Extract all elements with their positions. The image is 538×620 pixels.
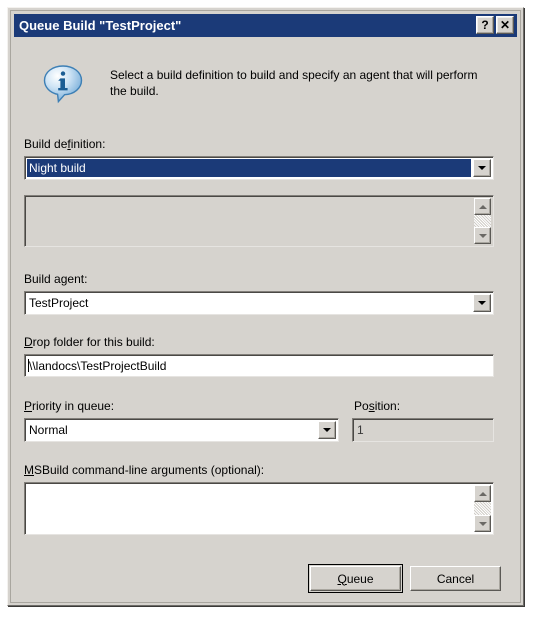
queue-button[interactable]: Queue	[308, 564, 403, 593]
position-value: 1	[357, 423, 364, 437]
chevron-down-icon[interactable]	[473, 294, 491, 312]
priority-combobox[interactable]: Normal	[24, 418, 339, 442]
build-definition-details-textarea[interactable]	[24, 195, 494, 247]
build-definition-label: Build definition:	[24, 137, 106, 151]
dialog-title: Queue Build "TestProject"	[19, 18, 182, 33]
priority-label: Priority in queue:	[24, 399, 115, 413]
msbuild-args-scrollbar[interactable]	[474, 485, 491, 532]
drop-folder-input[interactable]: \\landocs\TestProjectBuild	[24, 354, 494, 377]
chevron-down-icon[interactable]	[318, 421, 336, 439]
msbuild-args-scrollbar-track[interactable]	[474, 502, 491, 515]
queue-build-dialog: Queue Build "TestProject" ? ✕ Select a b…	[7, 7, 524, 606]
dialog-content: Select a build definition to build and s…	[14, 39, 517, 601]
drop-folder-value: \\landocs\TestProjectBuild	[28, 358, 167, 373]
build-agent-label: Build agent:	[24, 272, 88, 286]
cancel-button[interactable]: Cancel	[410, 566, 501, 591]
position-label: Position:	[354, 399, 401, 413]
message-row: Select a build definition to build and s…	[42, 63, 492, 105]
close-icon[interactable]: ✕	[496, 16, 514, 34]
build-definition-combobox[interactable]: Night build	[24, 156, 494, 180]
dialog-inner-frame: Queue Build "TestProject" ? ✕ Select a b…	[10, 10, 521, 603]
position-field: 1	[352, 418, 494, 442]
drop-folder-label: Drop folder for this build:	[24, 335, 155, 349]
msbuild-args-label: MSBuild command-line arguments (optional…	[24, 463, 265, 477]
details-scrollbar-track[interactable]	[474, 215, 491, 227]
info-icon	[42, 63, 84, 105]
scroll-down-icon[interactable]	[474, 515, 491, 532]
details-scrollbar[interactable]	[474, 198, 491, 244]
message-text: Select a build definition to build and s…	[110, 68, 478, 98]
build-definition-value: Night build	[27, 159, 471, 177]
chevron-down-icon[interactable]	[473, 159, 491, 177]
titlebar-buttons: ? ✕	[476, 16, 514, 34]
titlebar[interactable]: Queue Build "TestProject" ? ✕	[14, 14, 517, 37]
help-button[interactable]: ?	[476, 16, 494, 34]
msbuild-args-textarea[interactable]	[24, 482, 494, 535]
scroll-down-icon[interactable]	[474, 227, 491, 244]
queue-button-label: Queue	[337, 571, 374, 586]
priority-value: Normal	[29, 423, 68, 437]
cancel-button-label: Cancel	[436, 571, 475, 586]
build-agent-value: TestProject	[29, 296, 89, 310]
build-agent-combobox[interactable]: TestProject	[24, 291, 494, 315]
scroll-up-icon[interactable]	[474, 198, 491, 215]
scroll-up-icon[interactable]	[474, 485, 491, 502]
